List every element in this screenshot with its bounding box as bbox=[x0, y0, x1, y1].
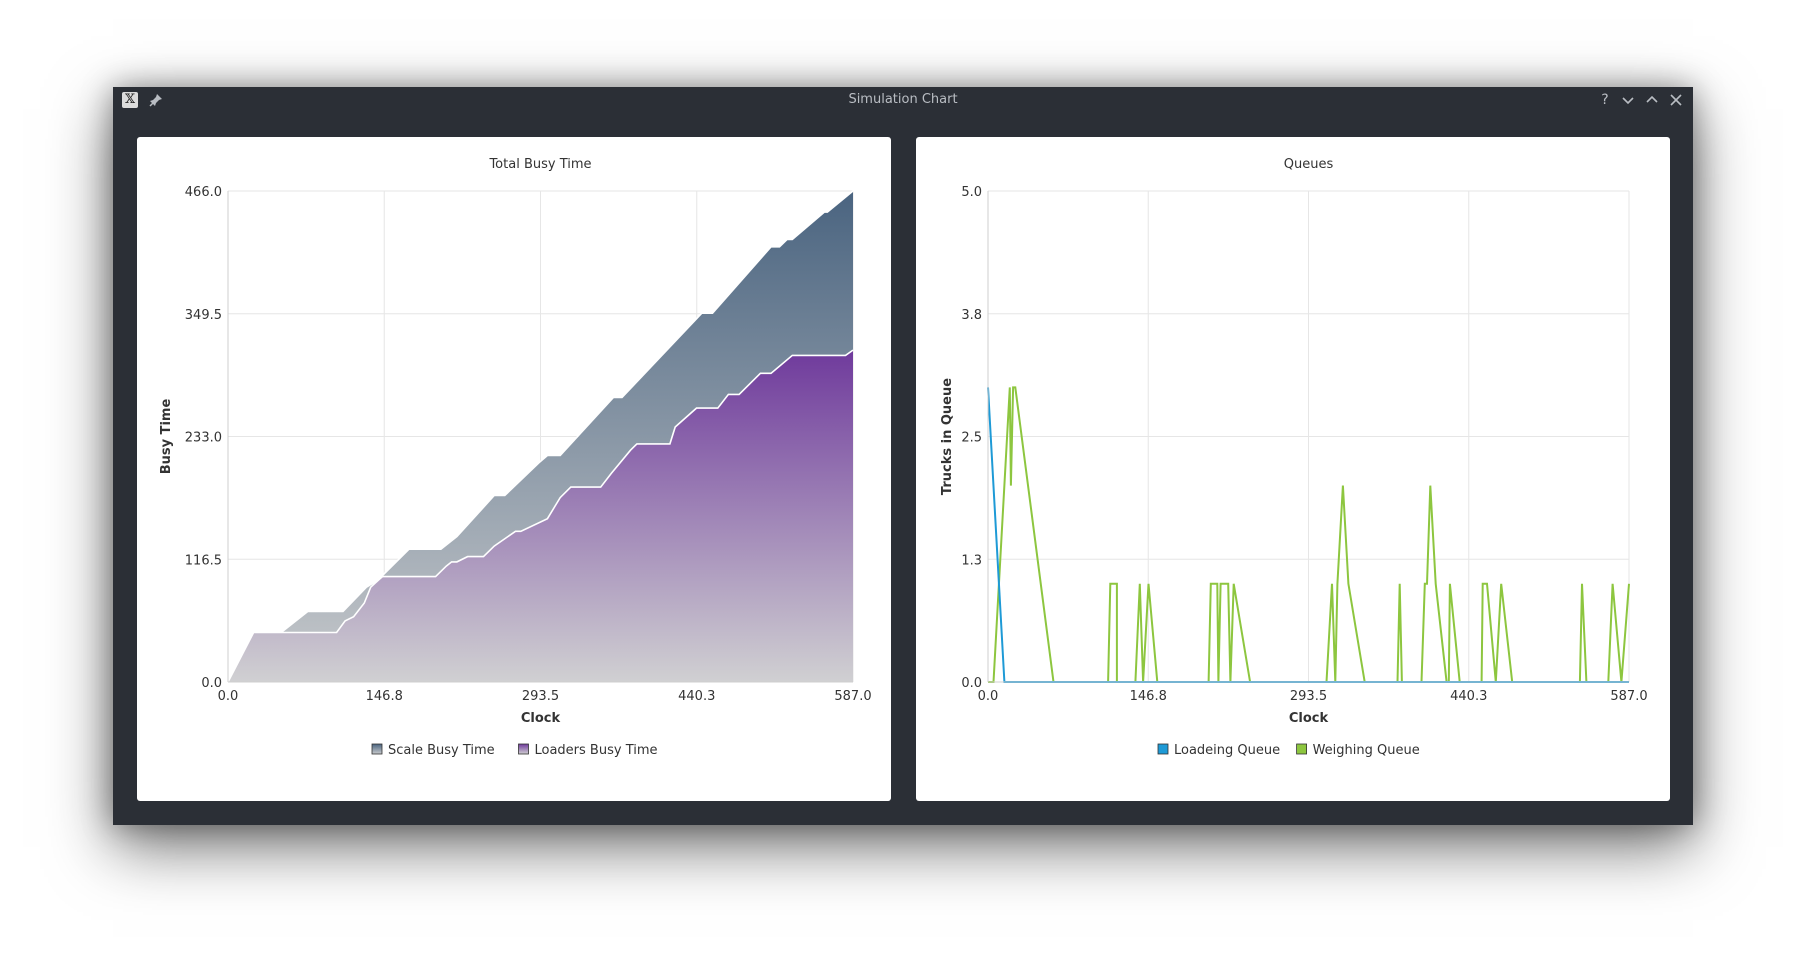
legend-label: Loadeing Queue bbox=[1174, 743, 1280, 758]
y-tick-label: 3.8 bbox=[961, 308, 982, 323]
close-icon bbox=[1670, 94, 1682, 106]
x-tick-label: 293.5 bbox=[1290, 689, 1327, 704]
x-tick-label: 587.0 bbox=[834, 689, 871, 704]
x-tick-label: 587.0 bbox=[1610, 689, 1647, 704]
close-button[interactable] bbox=[1666, 91, 1686, 109]
minimize-button[interactable] bbox=[1618, 91, 1638, 109]
legend-swatch bbox=[518, 743, 529, 755]
legend-label: Scale Busy Time bbox=[388, 743, 495, 758]
queues-chart-panel: Queues 0.0 146.8 293.5 440.3 587.0 0.0 1.3 2.5 3.… bbox=[916, 137, 1670, 801]
app-window: 𝕏 Simulation Chart ? Total Busy Time 0.0 1… bbox=[113, 87, 1693, 825]
y-tick-label: 233.0 bbox=[185, 431, 222, 446]
y-tick-label: 5.0 bbox=[961, 185, 982, 200]
queues-chart: Queues 0.0 146.8 293.5 440.3 587.0 0.0 1.3 2.5 3.… bbox=[940, 157, 1648, 758]
x-tick-label: 293.5 bbox=[522, 689, 559, 704]
y-tick-label: 116.5 bbox=[185, 553, 222, 568]
maximize-button[interactable] bbox=[1642, 91, 1662, 109]
x-axis-label: Clock bbox=[1289, 711, 1329, 726]
chart-legend: Loadeing Queue Weighing Queue bbox=[1157, 743, 1420, 758]
y-axis-label: Busy Time bbox=[159, 399, 174, 475]
help-button[interactable]: ? bbox=[1595, 91, 1615, 109]
busy-time-chart-panel: Total Busy Time 0.0 146.8 293.5 440.3 587.0 0.… bbox=[137, 137, 891, 801]
x-tick-label: 440.3 bbox=[678, 689, 715, 704]
legend-label: Loaders Busy Time bbox=[535, 743, 658, 758]
y-tick-label: 1.3 bbox=[961, 553, 982, 568]
y-tick-label: 349.5 bbox=[185, 308, 222, 323]
legend-swatch bbox=[1157, 743, 1169, 755]
x-tick-label: 146.8 bbox=[366, 689, 403, 704]
y-tick-label: 466.0 bbox=[185, 185, 222, 200]
chevron-up-icon bbox=[1646, 95, 1658, 103]
y-tick-label: 0.0 bbox=[961, 676, 982, 691]
chart-title: Total Busy Time bbox=[488, 157, 591, 172]
window-title: Simulation Chart bbox=[848, 92, 958, 107]
legend-label: Weighing Queue bbox=[1313, 743, 1420, 758]
chevron-down-icon bbox=[1622, 97, 1634, 105]
chart-legend: Scale Busy Time Loaders Busy Time bbox=[371, 743, 658, 758]
legend-swatch bbox=[1296, 743, 1308, 755]
legend-swatch bbox=[371, 743, 383, 755]
chart-title: Queues bbox=[1284, 157, 1334, 172]
x-tick-label: 440.3 bbox=[1450, 689, 1487, 704]
y-tick-label: 0.0 bbox=[201, 676, 222, 691]
y-tick-label: 2.5 bbox=[961, 431, 982, 446]
busy-time-chart: Total Busy Time 0.0 146.8 293.5 440.3 587.0 0.… bbox=[159, 157, 872, 758]
x-tick-label: 0.0 bbox=[218, 689, 239, 704]
x-axis-label: Clock bbox=[521, 711, 561, 726]
y-axis-label: Trucks in Queue bbox=[940, 378, 955, 495]
x-tick-label: 146.8 bbox=[1130, 689, 1167, 704]
x-tick-label: 0.0 bbox=[978, 689, 999, 704]
title-bar[interactable]: 𝕏 Simulation Chart ? bbox=[113, 87, 1693, 113]
